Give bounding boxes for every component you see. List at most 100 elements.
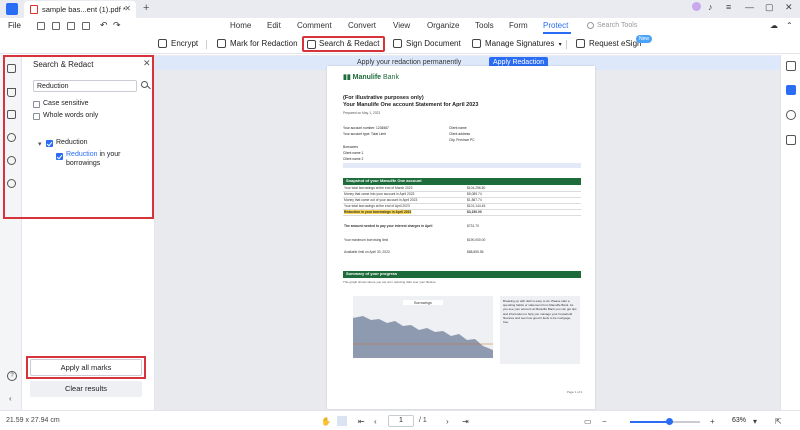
client-name-2: Client name 2 — [343, 157, 364, 161]
menu-tab-organize[interactable]: Organize — [427, 21, 459, 30]
close-tab-icon[interactable]: ✕ — [124, 4, 131, 13]
search-redact-label: Search & Redact — [319, 39, 380, 48]
notification-icon[interactable]: ♪ — [708, 2, 713, 12]
account-type: Your account type: Total Limit — [343, 132, 386, 136]
export-icon[interactable] — [786, 135, 796, 145]
search-tools-input[interactable]: Search Tools — [585, 20, 655, 32]
menu-tab-tools[interactable]: Tools — [475, 21, 494, 30]
row-label: Your maximum borrowing limit — [344, 238, 389, 242]
toolbar-divider — [566, 40, 567, 49]
new-tab-icon[interactable]: + — [143, 2, 149, 14]
lock-icon — [158, 39, 167, 48]
row-label: Your total borrowings at the end of Marc… — [344, 186, 413, 190]
doc-heading-2: Your Manulife One account Statement for … — [343, 102, 479, 108]
search-tools-placeholder: Search Tools — [597, 22, 638, 29]
chevron-down-icon: ▾ — [558, 42, 562, 48]
menu-tab-view[interactable]: View — [393, 21, 410, 30]
table-row: Your maximum borrowing limit $190,000.00 — [343, 238, 581, 244]
manage-signatures-icon — [472, 39, 481, 48]
first-page-icon[interactable]: ⇤ — [358, 417, 365, 426]
table-row: Money that came into your account in Apr… — [343, 192, 581, 198]
table-row-reduction[interactable]: Reduction in your borrowings in April 20… — [343, 210, 581, 216]
clear-results-button[interactable]: Clear results — [30, 381, 142, 397]
cloud-icon[interactable]: ☁ — [770, 21, 778, 30]
prepared-date: Prepared on May 1, 2023 — [343, 111, 381, 115]
open-icon[interactable] — [37, 22, 45, 30]
progress-subtitle: This graph shows where you are at in red… — [343, 280, 437, 284]
row-label: The amount needed to pay your interest c… — [344, 224, 433, 228]
account-avatar[interactable] — [692, 2, 701, 11]
zoom-in-icon[interactable]: + — [710, 417, 715, 426]
zoom-slider-handle[interactable] — [665, 418, 673, 425]
reduction-highlight[interactable]: Reduction in your borrowings in April 20… — [344, 210, 412, 214]
collapse-panel-icon[interactable]: ‹ — [9, 394, 12, 403]
logo-suffix: Bank — [381, 74, 399, 81]
progress-title: Summary of your progress — [346, 271, 398, 276]
properties-icon[interactable] — [786, 61, 796, 71]
print-icon[interactable] — [67, 22, 75, 30]
apply-all-marks-button[interactable]: Apply all marks — [30, 359, 142, 376]
page-size: 21.59 x 27.94 cm — [6, 417, 60, 424]
page-number: Page 1 of 2 — [567, 390, 583, 394]
next-page-icon[interactable]: › — [446, 417, 449, 426]
row-value: $3,150.00 — [467, 210, 482, 214]
menu-file[interactable]: File — [8, 21, 21, 30]
sign-document-button[interactable]: Sign Document — [393, 37, 461, 51]
mark-for-redaction-button[interactable]: Mark for Redaction — [217, 37, 298, 51]
close-window-button[interactable]: ✕ — [785, 2, 793, 13]
chart-label: Borrowings — [414, 301, 432, 305]
minimize-button[interactable]: — — [745, 2, 754, 12]
title-bar: sample bas...ent (1).pdf * ✕ + ♪ ≡ — ▢ ✕ — [0, 0, 800, 18]
expand-icon[interactable]: ⇱ — [775, 417, 782, 426]
save-icon[interactable] — [52, 22, 60, 30]
maximize-button[interactable]: ▢ — [765, 2, 774, 13]
borrowings-chart: Borrowings — [353, 296, 493, 358]
request-esign-button[interactable]: Request eSign — [576, 37, 641, 51]
row-label: Your total borrowings at the end of Apri… — [344, 204, 410, 208]
fit-page-icon[interactable]: ▭ — [584, 417, 592, 426]
page-number-input[interactable]: 1 — [388, 415, 414, 427]
menu-tab-convert[interactable]: Convert — [348, 21, 376, 30]
menu-tab-form[interactable]: Form — [509, 21, 528, 30]
progress-header: Summary of your progress — [343, 271, 581, 278]
row-value: $5,089.74 — [467, 192, 482, 196]
esign-icon — [576, 39, 585, 48]
hand-tool-icon[interactable]: ✋ — [321, 417, 331, 426]
chevron-down-icon[interactable]: ▾ — [753, 417, 757, 426]
menu-tab-edit[interactable]: Edit — [267, 21, 281, 30]
doc-heading-1: (For illustrative purposes only) — [343, 95, 424, 101]
zoom-level[interactable]: 63% — [732, 417, 746, 424]
ai-icon[interactable] — [786, 110, 796, 120]
row-value: $731.70 — [467, 224, 479, 228]
row-value: $101,144.45 — [467, 204, 486, 208]
undo-icon[interactable]: ↶ — [100, 20, 108, 31]
zoom-out-icon[interactable]: − — [602, 417, 607, 426]
client-address-1: Client address — [449, 132, 471, 136]
select-tool-icon[interactable] — [337, 416, 347, 426]
signature-icon — [393, 39, 402, 48]
borrowers-label: Borrowers — [343, 145, 359, 149]
redo-icon[interactable]: ↷ — [113, 20, 121, 31]
toolbar-divider — [206, 40, 207, 49]
collapse-ribbon-icon[interactable]: ⌃ — [786, 21, 793, 30]
row-value: $1,867.74 — [467, 198, 482, 202]
ai-assistant-icon[interactable] — [786, 85, 796, 95]
help-icon[interactable]: ? — [7, 371, 17, 381]
status-bar: 21.59 x 27.94 cm ✋ ⇤ ‹ 1 / 1 › ⇥ ▭ − + 6… — [0, 410, 800, 430]
menu-tab-home[interactable]: Home — [230, 21, 251, 30]
menu-tab-protect[interactable]: Protect — [543, 21, 568, 30]
last-page-icon[interactable]: ⇥ — [462, 417, 469, 426]
protect-toolbar: Encrypt Mark for Redaction Search & Reda… — [0, 34, 800, 54]
menu-icon[interactable]: ≡ — [726, 2, 731, 12]
snapshot-title: Snapshot of your Manulife One account — [346, 178, 422, 183]
highlight-frame — [3, 55, 154, 219]
previous-page-icon[interactable]: ‹ — [374, 417, 377, 426]
document-tab[interactable]: sample bas...ent (1).pdf * ✕ — [24, 1, 136, 18]
manage-signatures-button[interactable]: Manage Signatures ▾ — [472, 37, 562, 51]
email-icon[interactable] — [82, 22, 90, 30]
menu-tab-comment[interactable]: Comment — [297, 21, 332, 30]
app-logo-icon[interactable] — [6, 3, 18, 15]
menu-bar: File ↶ ↷ Home Edit Comment Convert View … — [0, 18, 800, 34]
search-redact-button[interactable]: Search & Redact — [302, 36, 386, 52]
encrypt-button[interactable]: Encrypt — [158, 37, 198, 51]
